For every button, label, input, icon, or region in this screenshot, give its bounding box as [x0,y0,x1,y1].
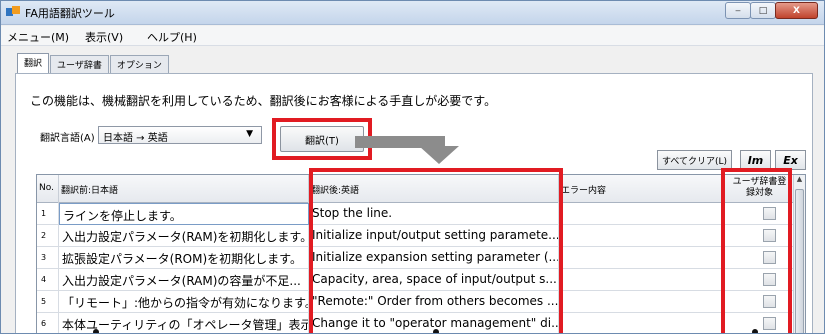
header-register: ユーザ辞書登録対象 [725,175,795,203]
maximize-button[interactable]: □ [750,2,776,19]
source-cell[interactable]: 「リモート」:他からの指令が有効になります。 [59,291,309,313]
language-label: 翻訳言語(A) [40,133,95,144]
window-controls: ‒ □ X [725,2,818,19]
row-number: 4 [37,269,59,291]
row-number: 2 [37,225,59,247]
language-selected-value: 日本語 → 英語 [103,133,168,144]
target-cell[interactable]: Initialize expansion setting parameter (… [309,247,559,269]
error-cell [559,203,725,225]
menu-main[interactable]: メニュー(M) [7,29,69,45]
register-checkbox[interactable] [763,229,776,242]
table-row[interactable]: 6 本体ユーティリティの「オペレータ管理」表示に... Change it to… [37,313,805,333]
export-button[interactable]: Ex [775,150,806,170]
error-cell [559,225,725,247]
tab-user-dictionary[interactable]: ユーザ辞書 [50,55,109,73]
table-header: No. 翻訳前:日本語 翻訳後:英語 エラー内容 ユーザ辞書登録対象 [37,175,805,203]
menu-bar: メニュー(M) 表示(V) ヘルプ(H) [1,26,824,46]
flow-arrow-icon [355,136,459,164]
translate-button[interactable]: 翻訳(T) [280,126,364,152]
tab-translate[interactable]: 翻訳 [17,53,50,73]
language-select[interactable]: 日本語 → 英語 ▼ [98,126,262,144]
error-cell [559,269,725,291]
tab-options[interactable]: オプション [109,55,169,73]
translation-table: No. 翻訳前:日本語 翻訳後:英語 エラー内容 ユーザ辞書登録対象 1 ライン… [36,174,806,333]
menu-help[interactable]: ヘルプ(H) [147,29,197,45]
marker-dot [433,329,439,333]
register-cell [725,269,795,291]
target-cell[interactable]: Capacity, area, space of input/output s.… [309,269,559,291]
register-cell [725,203,795,225]
scroll-thumb[interactable] [795,189,804,333]
clear-all-button[interactable]: すべてクリア(L) [657,150,732,170]
header-target: 翻訳後:英語 [309,175,559,203]
error-cell [559,291,725,313]
register-cell [725,291,795,313]
description-text: この機能は、機械翻訳を利用しているため、翻訳後にお客様による手直しが必要です。 [30,94,497,108]
translate-panel: この機能は、機械翻訳を利用しているため、翻訳後にお客様による手直しが必要です。 … [15,73,813,333]
source-cell[interactable]: ラインを停止します。 [59,203,309,225]
marker-dot [752,329,758,333]
register-checkbox[interactable] [763,207,776,220]
scroll-up-icon[interactable]: ▲ [794,175,805,187]
header-no: No. [37,175,59,203]
table-row[interactable]: 2 入出力設定パラメータ(RAM)を初期化します。 Initialize inp… [37,225,805,247]
register-cell [725,313,795,333]
table-row[interactable]: 1 ラインを停止します。 Stop the line. [37,203,805,225]
target-cell[interactable]: Stop the line. [309,203,559,225]
row-number: 6 [37,313,59,333]
register-cell [725,225,795,247]
source-cell[interactable]: 入出力設定パラメータ(RAM)を初期化します。 [59,225,309,247]
target-cell[interactable]: "Remote:" Order from others becomes ... [309,291,559,313]
import-button[interactable]: Im [740,150,771,170]
title-bar: FA用語翻訳ツール ‒ □ X [1,1,824,25]
dropdown-arrow-icon: ▼ [246,129,253,139]
row-number: 5 [37,291,59,313]
table-row[interactable]: 3 拡張設定パラメータ(ROM)を初期化します。 Initialize expa… [37,247,805,269]
register-checkbox[interactable] [763,295,776,308]
app-icon [6,6,20,16]
table-row[interactable]: 5 「リモート」:他からの指令が有効になります。 "Remote:" Order… [37,291,805,313]
marker-dot [93,329,99,333]
target-cell[interactable]: Initialize input/output setting paramete… [309,225,559,247]
minimize-button[interactable]: ‒ [725,2,751,19]
window-title: FA用語翻訳ツール [25,7,115,20]
register-checkbox[interactable] [763,273,776,286]
error-cell [559,247,725,269]
tab-bar: 翻訳 ユーザ辞書 オプション [17,53,170,73]
register-checkbox[interactable] [763,317,776,330]
source-cell[interactable]: 入出力設定パラメータ(RAM)の容量が不足... [59,269,309,291]
header-error: エラー内容 [559,175,725,203]
header-source: 翻訳前:日本語 [59,175,309,203]
app-window: FA用語翻訳ツール ‒ □ X メニュー(M) 表示(V) ヘルプ(H) 翻訳 … [0,0,825,334]
menu-view[interactable]: 表示(V) [85,29,123,45]
vertical-scrollbar[interactable]: ▲ [793,175,805,333]
table-row[interactable]: 4 入出力設定パラメータ(RAM)の容量が不足... Capacity, are… [37,269,805,291]
error-cell [559,313,725,333]
register-checkbox[interactable] [763,251,776,264]
row-number: 3 [37,247,59,269]
close-button[interactable]: X [775,2,818,19]
register-cell [725,247,795,269]
row-number: 1 [37,203,59,225]
source-cell[interactable]: 拡張設定パラメータ(ROM)を初期化します。 [59,247,309,269]
